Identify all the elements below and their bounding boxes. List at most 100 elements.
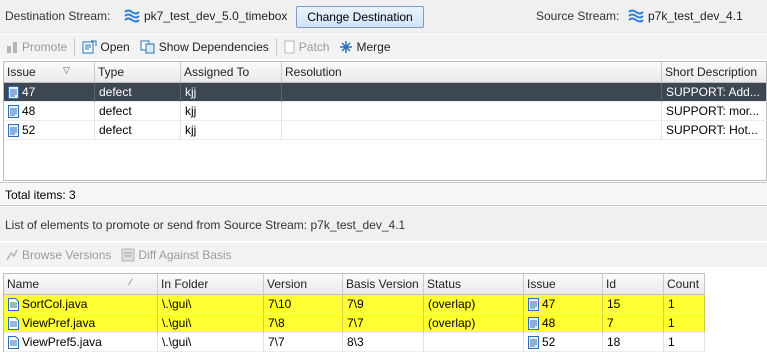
column-header-in-folder[interactable]: In Folder bbox=[158, 274, 264, 295]
browse-versions-icon bbox=[6, 249, 18, 261]
toolbar-separator bbox=[74, 38, 76, 56]
assigned-cell: kjj bbox=[181, 83, 282, 102]
destination-stream-name: pk7_test_dev_5.0_timebox bbox=[144, 9, 288, 23]
change-destination-button[interactable]: Change Destination bbox=[296, 6, 424, 28]
column-header-count[interactable]: Count bbox=[664, 274, 705, 295]
table-row[interactable]: ViewPref.java \.\gui\ 7\8 7\7 (overlap) … bbox=[4, 314, 705, 333]
table-row[interactable]: 48 defect kjj SUPPORT: mor... bbox=[4, 102, 767, 121]
destination-stream-label: Destination Stream: bbox=[5, 9, 111, 23]
count-cell: 1 bbox=[664, 314, 705, 333]
merge-icon bbox=[340, 41, 353, 53]
folder-cell: \.\gui\ bbox=[158, 333, 264, 352]
table-row[interactable]: ViewPref5.java \.\gui\ 7\7 8\3 52 18 1 bbox=[4, 333, 705, 352]
basis-version-cell: 8\3 bbox=[343, 333, 424, 352]
type-cell: defect bbox=[95, 83, 181, 102]
issue-icon bbox=[8, 85, 19, 99]
issue-cell: 47 bbox=[524, 295, 603, 314]
table-row[interactable]: 47 defect kjj SUPPORT: Add... bbox=[4, 83, 767, 102]
file-icon bbox=[8, 316, 19, 330]
issue-cell: 48 bbox=[4, 102, 95, 121]
source-stream-name: p7k_test_dev_4.1 bbox=[648, 9, 743, 23]
diff-against-basis-label: Diff Against Basis bbox=[138, 248, 232, 262]
diff-against-basis-button[interactable]: Diff Against Basis bbox=[116, 244, 236, 266]
resolution-cell bbox=[282, 102, 662, 121]
assigned-cell: kjj bbox=[181, 121, 282, 140]
open-button[interactable]: Open bbox=[77, 36, 134, 58]
column-header-assigned-to[interactable]: Assigned To bbox=[181, 62, 282, 83]
version-cell: 7\8 bbox=[264, 314, 343, 333]
file-icon bbox=[8, 297, 19, 311]
table-row[interactable]: 52 defect kjj SUPPORT: Hot... bbox=[4, 121, 767, 140]
merge-button[interactable]: Merge bbox=[334, 36, 395, 58]
open-label: Open bbox=[100, 40, 130, 54]
source-stream-label: Source Stream: bbox=[536, 9, 620, 23]
table-row[interactable]: SortCol.java \.\gui\ 7\10 7\9 (overlap) … bbox=[4, 295, 705, 314]
issue-cell: 48 bbox=[524, 314, 603, 333]
column-header-type[interactable]: Type bbox=[95, 62, 181, 83]
elements-section-header: List of elements to promote or send from… bbox=[0, 207, 767, 241]
column-header-id[interactable]: Id bbox=[603, 274, 664, 295]
dependencies-icon bbox=[140, 40, 155, 54]
basis-version-cell: 7\7 bbox=[343, 314, 424, 333]
patch-icon bbox=[284, 40, 295, 54]
source-stream[interactable]: p7k_test_dev_4.1 bbox=[628, 9, 743, 23]
promote-icon bbox=[7, 42, 17, 53]
merge-label: Merge bbox=[356, 40, 391, 54]
show-dependencies-label: Show Dependencies bbox=[158, 40, 269, 54]
column-header-issue[interactable]: Issue bbox=[524, 274, 603, 295]
id-cell: 15 bbox=[603, 295, 664, 314]
column-header-resolution[interactable]: Resolution bbox=[282, 62, 662, 83]
id-cell: 7 bbox=[603, 314, 664, 333]
browse-versions-label: Browse Versions bbox=[22, 248, 112, 262]
status-cell: (overlap) bbox=[424, 295, 524, 314]
column-header-issue[interactable]: Issue ▽ bbox=[4, 62, 95, 83]
total-items-label: Total items: 3 bbox=[5, 188, 76, 202]
column-header-status[interactable]: Status bbox=[424, 274, 524, 295]
column-header-short-description[interactable]: Short Description bbox=[662, 62, 767, 83]
issue-icon bbox=[528, 297, 539, 311]
column-header-name[interactable]: Name ⁄ bbox=[4, 274, 158, 295]
patch-label: Patch bbox=[298, 40, 330, 54]
patch-button[interactable]: Patch bbox=[279, 36, 335, 58]
version-cell: 7\10 bbox=[264, 295, 343, 314]
issue-icon bbox=[528, 316, 539, 330]
promote-label: Promote bbox=[22, 40, 68, 54]
diff-icon bbox=[121, 248, 135, 262]
destination-stream[interactable]: pk7_test_dev_5.0_timebox bbox=[124, 9, 287, 23]
issues-table: Issue ▽ Type Assigned To Resolution Short… bbox=[3, 61, 767, 181]
promote-button[interactable]: Promote bbox=[0, 36, 72, 58]
toolbar-separator bbox=[275, 38, 277, 56]
count-cell: 1 bbox=[664, 295, 705, 314]
elements-toolbar: Browse Versions Diff Against Basis bbox=[0, 243, 767, 267]
version-cell: 7\7 bbox=[264, 333, 343, 352]
description-cell: SUPPORT: Add... bbox=[662, 83, 767, 102]
file-icon bbox=[8, 335, 19, 349]
show-dependencies-button[interactable]: Show Dependencies bbox=[135, 36, 274, 58]
issue-cell: 47 bbox=[4, 83, 95, 102]
elements-table: Name ⁄ In Folder Version Basis Version St… bbox=[3, 273, 705, 352]
folder-cell: \.\gui\ bbox=[158, 295, 264, 314]
name-cell: SortCol.java bbox=[4, 295, 158, 314]
issues-table-header: Issue ▽ Type Assigned To Resolution Short… bbox=[4, 62, 766, 83]
description-cell: SUPPORT: mor... bbox=[662, 102, 767, 121]
resolution-cell bbox=[282, 121, 662, 140]
issues-toolbar: Promote Open Show Dependencies Patch Mer… bbox=[0, 35, 767, 59]
issue-cell: 52 bbox=[524, 333, 603, 352]
total-items-bar: Total items: 3 bbox=[0, 182, 767, 206]
browse-versions-button[interactable]: Browse Versions bbox=[0, 244, 116, 266]
elements-table-header: Name ⁄ In Folder Version Basis Version St… bbox=[4, 274, 705, 295]
column-header-basis-version[interactable]: Basis Version bbox=[343, 274, 424, 295]
stream-icon bbox=[124, 9, 140, 23]
column-header-version[interactable]: Version bbox=[264, 274, 343, 295]
status-cell: (overlap) bbox=[424, 314, 524, 333]
issue-cell: 52 bbox=[4, 121, 95, 140]
stream-header: Destination Stream: pk7_test_dev_5.0_tim… bbox=[0, 0, 767, 34]
resolution-cell bbox=[282, 83, 662, 102]
count-cell: 1 bbox=[664, 333, 705, 352]
folder-cell: \.\gui\ bbox=[158, 314, 264, 333]
name-cell: ViewPref.java bbox=[4, 314, 158, 333]
id-cell: 18 bbox=[603, 333, 664, 352]
name-cell: ViewPref5.java bbox=[4, 333, 158, 352]
stream-icon bbox=[628, 9, 644, 23]
basis-version-cell: 7\9 bbox=[343, 295, 424, 314]
